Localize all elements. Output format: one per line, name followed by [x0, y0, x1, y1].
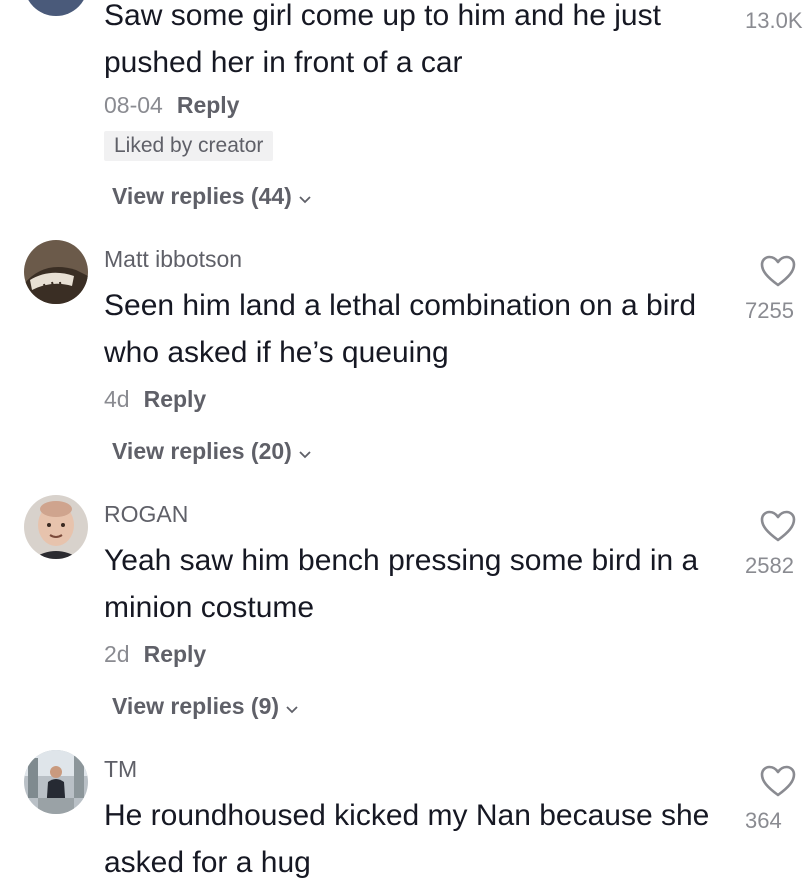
comment-username[interactable]: Matt ibbotson — [104, 246, 242, 273]
heart-outline-icon[interactable] — [759, 254, 797, 288]
reply-button[interactable]: Reply — [177, 92, 240, 118]
comment-meta: 2d Reply — [104, 641, 206, 668]
view-replies-label: View replies (44) — [112, 183, 292, 209]
like-count: 2582 — [745, 553, 794, 578]
view-replies-button[interactable]: View replies (9) — [112, 693, 299, 721]
reply-button[interactable]: Reply — [144, 386, 207, 412]
comment-date: 4d — [104, 386, 130, 412]
view-replies-button[interactable]: View replies (20) — [112, 438, 312, 466]
avatar[interactable] — [24, 0, 88, 16]
comment-date: 08-04 — [104, 92, 163, 118]
like-count: 13.0K — [745, 8, 803, 33]
avatar[interactable] — [24, 495, 88, 559]
chevron-down-icon — [285, 694, 299, 721]
like-count: 7255 — [745, 298, 794, 323]
view-replies-button[interactable]: View replies (44) — [112, 183, 312, 211]
chevron-down-icon — [298, 184, 312, 211]
comment-username[interactable]: ROGAN — [104, 501, 188, 528]
comment-date: 2d — [104, 641, 130, 667]
comment-text: He roundhoused kicked my Nan because she… — [104, 799, 710, 878]
chevron-down-icon — [298, 439, 312, 466]
comment-text: Yeah saw him bench pressing some bird in… — [104, 544, 699, 624]
liked-by-creator-badge: Liked by creator — [104, 131, 274, 161]
comment-text: Seen him land a lethal combination on a … — [104, 289, 697, 369]
heart-outline-icon[interactable] — [759, 764, 797, 798]
like-count: 364 — [745, 808, 782, 833]
comment-meta: 4d Reply — [104, 386, 206, 413]
comment-username[interactable]: TM — [104, 756, 137, 783]
heart-outline-icon[interactable] — [759, 509, 797, 543]
reply-button[interactable]: Reply — [144, 641, 207, 667]
avatar[interactable] — [24, 240, 88, 304]
view-replies-label: View replies (20) — [112, 438, 292, 464]
view-replies-label: View replies (9) — [112, 693, 280, 719]
avatar[interactable] — [24, 750, 88, 814]
comment-meta: 08-04 Reply — [104, 92, 239, 119]
comment-text: Saw some girl come up to him and he just… — [104, 0, 661, 79]
